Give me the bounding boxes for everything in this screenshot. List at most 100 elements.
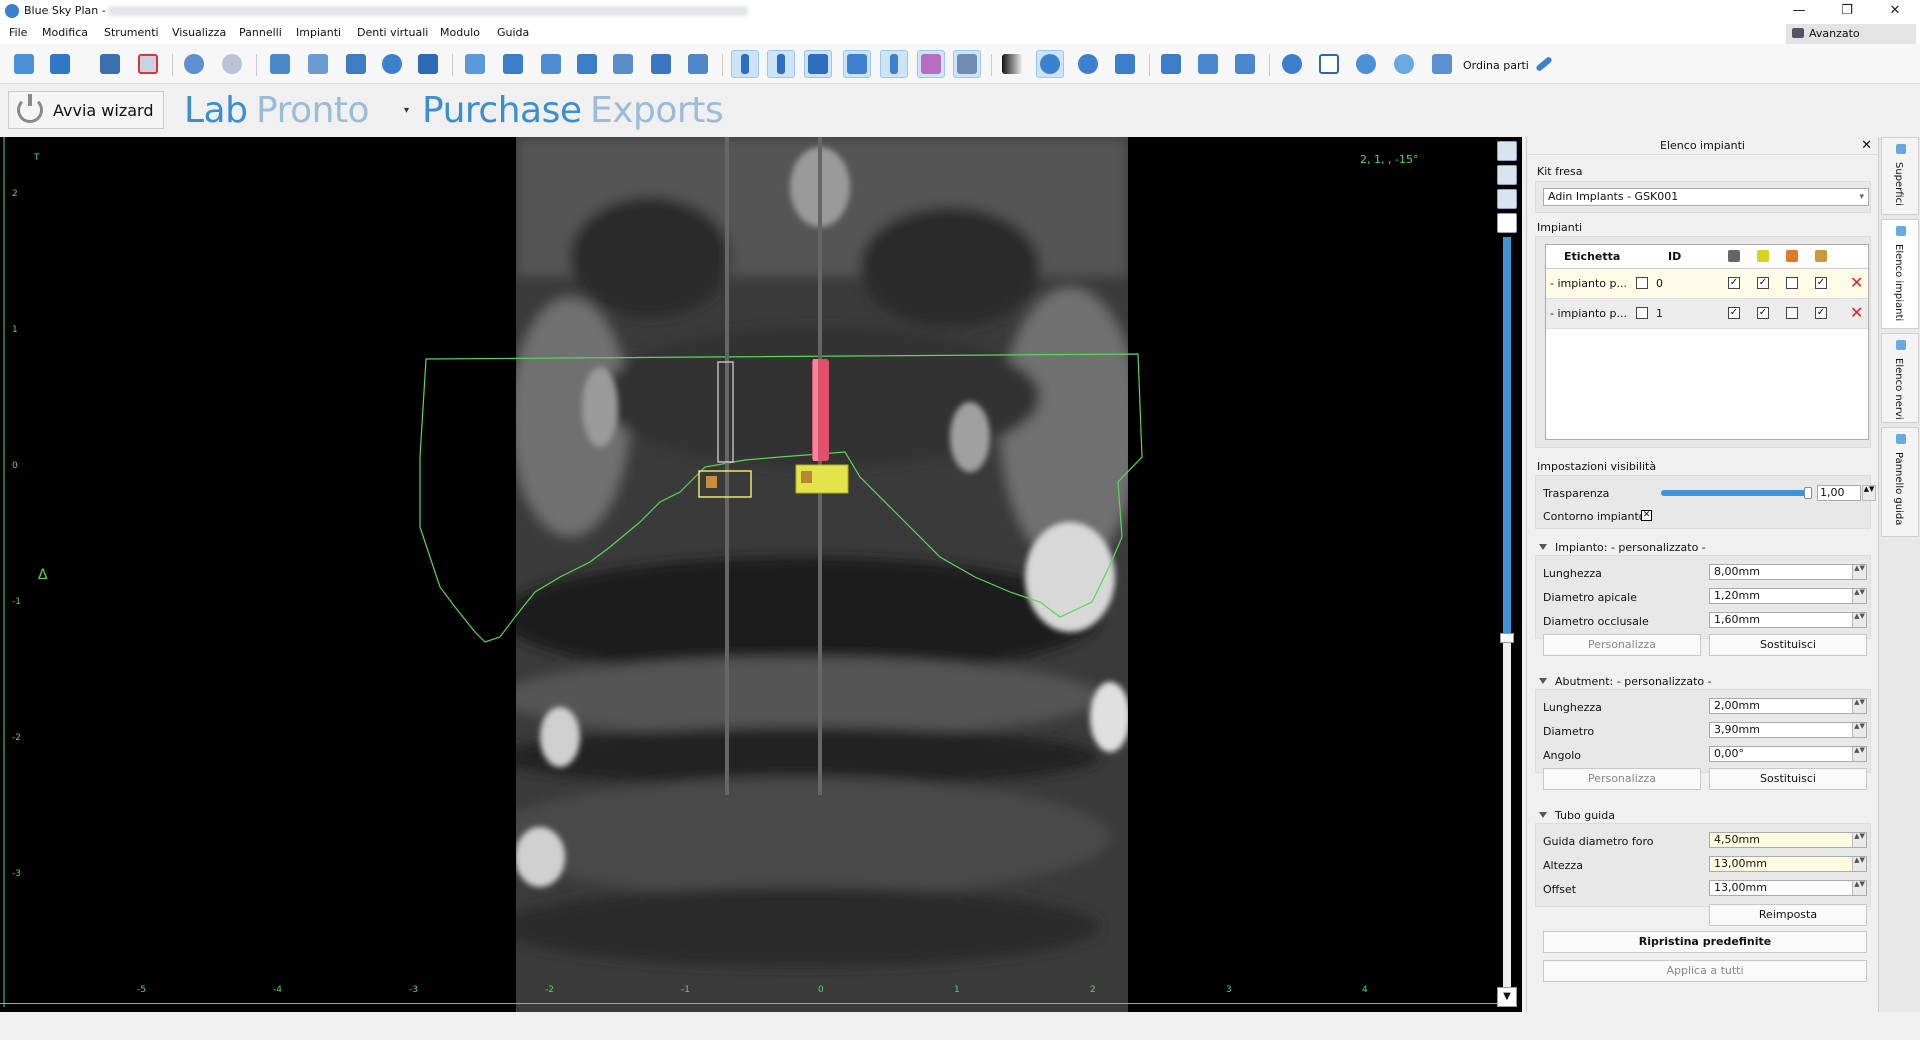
sostituisci-implant-button[interactable]: Sostituisci (1709, 634, 1867, 656)
diametro-occlusale-input[interactable]: 1,60mm ▲▼ (1709, 612, 1867, 628)
cloud-button[interactable] (1390, 50, 1418, 78)
tools-button[interactable] (647, 50, 675, 78)
lock-checkbox[interactable]: ✓ (1815, 277, 1827, 289)
path-button[interactable] (609, 50, 637, 78)
panel-close-button[interactable]: ✕ (1861, 137, 1872, 155)
table-row[interactable]: - impianto p... 0 ✓ ✓ ✓ ✕ (1546, 269, 1868, 299)
abutment-angolo-input[interactable]: 0,00° ▲▼ (1709, 746, 1867, 762)
visibility-checkbox[interactable] (1786, 307, 1798, 319)
menu-visualizza[interactable]: Visualizza (172, 26, 226, 39)
transfer-button[interactable] (1315, 50, 1343, 78)
offset-input[interactable]: 13,00mm ▲▼ (1709, 880, 1867, 896)
measure-button[interactable] (499, 50, 527, 78)
menu-guida[interactable]: Guida (497, 26, 529, 39)
menu-pannelli[interactable]: Pannelli (239, 26, 282, 39)
delete-implant-button[interactable]: ✕ (1850, 305, 1863, 321)
spin-buttons[interactable]: ▲▼ (1852, 589, 1866, 603)
menu-strumenti[interactable]: Strumenti (104, 26, 159, 39)
ordina-parti-label[interactable]: Ordina parti (1463, 59, 1529, 72)
altezza-input[interactable]: 13,00mm ▲▼ (1709, 856, 1867, 872)
menu-impianti[interactable]: Impianti (296, 26, 341, 39)
spin-buttons[interactable]: ▲▼ (1852, 747, 1866, 761)
slice-scrollbar-thumb[interactable] (1500, 633, 1514, 643)
expand-button[interactable] (1530, 50, 1558, 78)
ct-viewport[interactable]: T 2 1 0 -1 -2 -3 Δ -5 -4 -3 -2 -1 0 1 2 … (0, 137, 1522, 1012)
lunghezza-input[interactable]: 8,00mm ▲▼ (1709, 564, 1867, 580)
open-project-button[interactable] (46, 50, 74, 78)
curve-button[interactable] (1194, 50, 1222, 78)
contorno-checkbox[interactable]: ✕ (1641, 510, 1652, 521)
ripristina-predefinite-button[interactable]: Ripristina predefinite (1543, 931, 1867, 953)
trasparenza-slider[interactable] (1661, 487, 1812, 499)
spin-buttons[interactable]: ▲▼ (1852, 833, 1866, 847)
abutment-view-button[interactable] (767, 50, 795, 78)
id-checkbox[interactable] (1636, 307, 1648, 319)
spin-buttons[interactable]: ▲▼ (1852, 699, 1866, 713)
upload-button[interactable] (1352, 50, 1380, 78)
tooth-view-button[interactable] (843, 50, 871, 78)
personalizza-implant-button[interactable]: Personalizza (1543, 634, 1701, 656)
tab-pannello-guida[interactable]: Pannello guida (1881, 427, 1919, 537)
highlight-checkbox[interactable]: ✓ (1757, 277, 1769, 289)
delete-implant-button[interactable]: ✕ (1850, 275, 1863, 291)
tab-elenco-impianti[interactable]: Elenco impianti (1881, 219, 1919, 329)
slider-handle[interactable] (1804, 487, 1812, 499)
tab-elenco-nervi[interactable]: Elenco nervi (1881, 333, 1919, 423)
tubo-guida-group-title[interactable]: Tubo guida (1539, 809, 1615, 822)
arch-button[interactable] (414, 50, 442, 78)
view-tool-draw-button[interactable] (1497, 165, 1517, 185)
rotate-button[interactable] (1036, 50, 1064, 78)
spin-buttons[interactable]: ▲▼ (1852, 613, 1866, 627)
table-row[interactable]: - impianto p... 1 ✓ ✓ ✓ ✕ (1546, 299, 1868, 329)
layout-button[interactable] (266, 50, 294, 78)
cart-button[interactable] (1428, 50, 1456, 78)
highlight-checkbox[interactable]: ✓ (1757, 307, 1769, 319)
spiral-button[interactable] (1278, 50, 1306, 78)
tab-superfici[interactable]: Superfici (1881, 137, 1919, 215)
new-project-button[interactable] (10, 50, 38, 78)
save-button[interactable] (96, 50, 124, 78)
avvia-wizard-button[interactable]: Avvia wizard (8, 91, 164, 129)
settings-button[interactable] (342, 50, 370, 78)
purchase-exports-logo[interactable]: Purchase (422, 90, 582, 131)
edit-checkbox[interactable]: ✓ (1728, 307, 1740, 319)
contrast-button[interactable] (998, 50, 1026, 78)
view-scroll-up-button[interactable] (1497, 213, 1517, 233)
guide-view-button[interactable] (804, 50, 832, 78)
id-checkbox[interactable] (1636, 277, 1648, 289)
menu-modulo[interactable]: Modulo (440, 26, 480, 39)
impianto-group-title[interactable]: Impianto: - personalizzato - (1539, 541, 1706, 554)
purchase-exports-logo-part[interactable]: Exports (590, 90, 724, 131)
protractor-button[interactable] (1231, 50, 1259, 78)
pan-button[interactable] (1111, 50, 1139, 78)
lock-checkbox[interactable]: ✓ (1815, 307, 1827, 319)
teeth-button[interactable] (461, 50, 489, 78)
minimize-button[interactable]: — (1776, 0, 1822, 22)
personalizza-abutment-button[interactable]: Personalizza (1543, 768, 1701, 790)
spin-buttons[interactable]: ▲▼ (1862, 485, 1876, 501)
spin-buttons[interactable]: ▲▼ (1852, 723, 1866, 737)
trasparenza-input[interactable]: 1,00 ▲▼ (1817, 485, 1876, 501)
menu-modifica[interactable]: Modifica (42, 26, 88, 39)
sleeve-view-button[interactable] (880, 50, 908, 78)
implant-view-button[interactable] (731, 50, 759, 78)
close-window-button[interactable]: ✕ (1872, 0, 1918, 22)
close-project-button[interactable] (134, 50, 162, 78)
applica-a-tutti-button[interactable]: Applica a tutti (1543, 960, 1867, 982)
reimposta-button[interactable]: Reimposta (1709, 904, 1867, 926)
panel-button[interactable] (684, 50, 712, 78)
histogram-button[interactable] (1157, 50, 1185, 78)
nerve-button[interactable] (537, 50, 565, 78)
view-tool-pointer-button[interactable] (1497, 141, 1517, 161)
abutment-diametro-input[interactable]: 3,90mm ▲▼ (1709, 722, 1867, 738)
labpronto-logo-part[interactable]: Pronto (256, 90, 370, 131)
spin-buttons[interactable]: ▲▼ (1852, 881, 1866, 895)
kit-fresa-select[interactable]: Adin Implants - GSK001 ▾ (1543, 188, 1869, 206)
menu-file[interactable]: File (9, 26, 27, 39)
labpronto-logo[interactable]: Lab (184, 90, 248, 131)
diametro-apicale-input[interactable]: 1,20mm ▲▼ (1709, 588, 1867, 604)
guida-diametro-foro-input[interactable]: 4,50mm ▲▼ (1709, 832, 1867, 848)
zoom-button[interactable] (1074, 50, 1102, 78)
view-scroll-down-button[interactable]: ▼ (1497, 987, 1517, 1007)
visibility-checkbox[interactable] (1786, 277, 1798, 289)
